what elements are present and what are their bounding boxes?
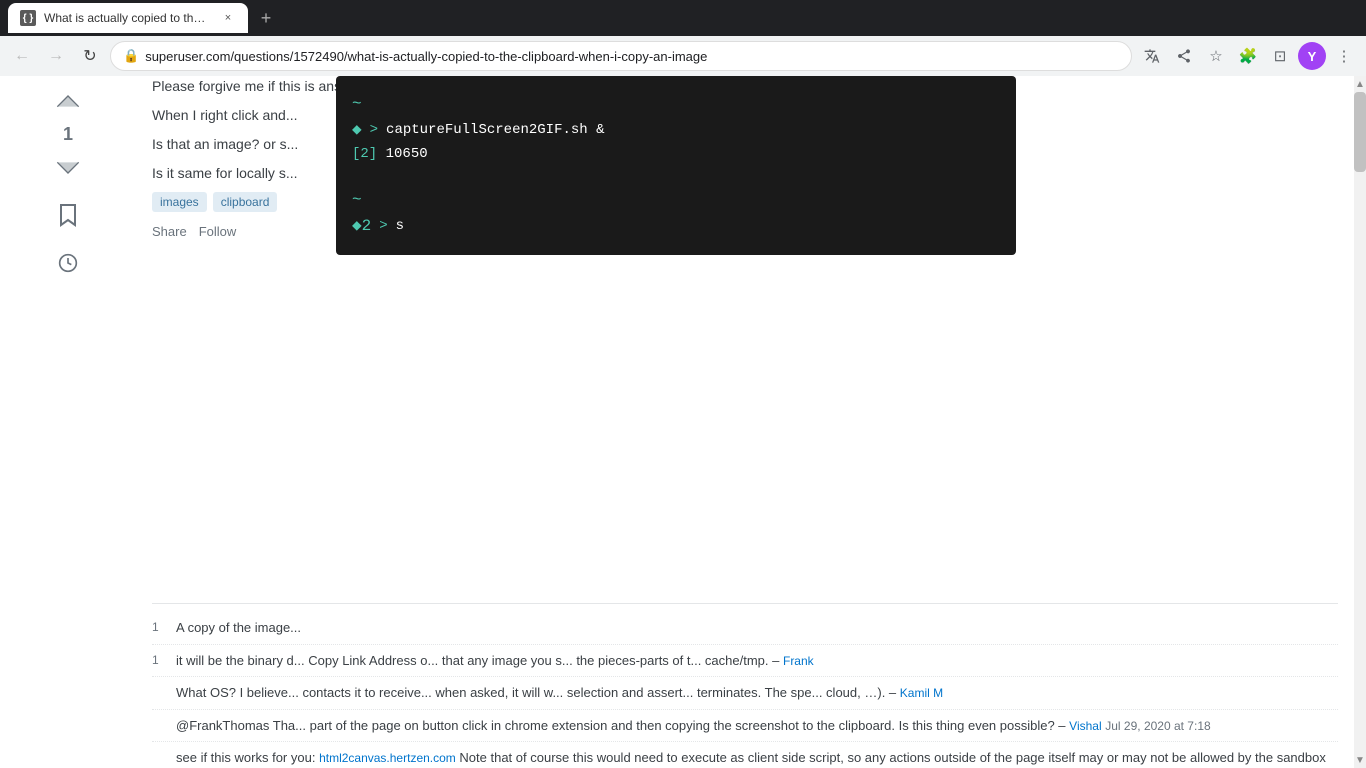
vote-controls: 1 [50, 84, 86, 281]
scroll-thumb[interactable] [1354, 92, 1366, 172]
comment-3-author[interactable]: Kamil M [900, 686, 943, 700]
comment-5-text: see if this works for you: html2canvas.h… [176, 748, 1338, 768]
comment-5: see if this works for you: html2canvas.h… [152, 742, 1338, 768]
profile-button[interactable]: Y [1298, 42, 1326, 70]
right-scrollbar[interactable]: ▲ ▼ [1354, 76, 1366, 768]
comment-4-author[interactable]: Vishal [1069, 719, 1101, 733]
terminal-prompt-2: ◆2 > s [352, 214, 1000, 240]
forward-button[interactable]: → [42, 42, 70, 70]
terminal-tilde-2: ~ [352, 188, 1000, 214]
translate-button[interactable] [1138, 42, 1166, 70]
comment-2: 1 it will be the binary d... Copy Link A… [152, 645, 1338, 678]
terminal-arrow-2: > [379, 215, 387, 237]
bookmark-post-button[interactable] [50, 197, 86, 233]
lock-icon: 🔒 [123, 48, 139, 64]
comment-5-vote[interactable] [152, 748, 168, 768]
new-tab-button[interactable]: + [252, 4, 280, 32]
scroll-arrow-down[interactable]: ▼ [1354, 752, 1366, 768]
vote-down-button[interactable] [50, 149, 86, 185]
terminal-output-1: [2] 10650 [352, 143, 1000, 165]
vote-count: 1 [63, 124, 73, 145]
terminal-tilde-1: ~ [352, 92, 1000, 118]
comment-4-vote[interactable] [152, 716, 168, 736]
scroll-arrow-up[interactable]: ▲ [1354, 76, 1366, 92]
comment-4: @FrankThomas Tha... part of the page on … [152, 710, 1338, 743]
tab-close-button[interactable]: × [220, 10, 236, 26]
menu-button[interactable]: ⋮ [1330, 42, 1358, 70]
extensions-button[interactable]: 🧩 [1234, 42, 1262, 70]
follow-link[interactable]: Follow [199, 224, 237, 239]
comment-1-text: A copy of the image... [176, 618, 1338, 638]
left-sidebar: 1 [0, 76, 136, 768]
share-link[interactable]: Share [152, 224, 187, 239]
comment-3: What OS? I believe... contacts it to rec… [152, 677, 1338, 710]
url-text: superuser.com/questions/1572490/what-is-… [145, 49, 1119, 64]
tab-title: What is actually copied to the c... [44, 11, 212, 25]
terminal-spacer [152, 251, 1338, 591]
terminal-diamond-2: ◆2 [352, 214, 371, 240]
terminal-bracket: [2] [352, 146, 377, 162]
page-content: 1 Please forgive me if this is answ [0, 76, 1366, 768]
tag-images[interactable]: images [152, 192, 207, 212]
reload-button[interactable]: ↻ [76, 42, 104, 70]
post-history-button[interactable] [50, 245, 86, 281]
terminal-content: ~ ◆ > captureFullScreen2GIF.sh & [2] 106… [336, 76, 1016, 255]
browser-titlebar: { } What is actually copied to the c... … [0, 0, 1366, 36]
comment-1-vote[interactable]: 1 [152, 618, 168, 638]
main-content: Please forgive me if this is answered so… [136, 76, 1354, 768]
comment-5-link[interactable]: html2canvas.hertzen.com [319, 751, 456, 765]
share-browser-button[interactable] [1170, 42, 1198, 70]
active-tab[interactable]: { } What is actually copied to the c... … [8, 3, 248, 33]
tab-bar: { } What is actually copied to the c... … [8, 3, 1358, 33]
terminal-overlay: ~ ◆ > captureFullScreen2GIF.sh & [2] 106… [336, 76, 1016, 255]
terminal-arrow-1: > [370, 119, 378, 141]
layout-button[interactable]: ⊡ [1266, 42, 1294, 70]
back-button[interactable]: ← [8, 42, 36, 70]
comment-3-text: What OS? I believe... contacts it to rec… [176, 683, 1338, 703]
browser-nav: ← → ↻ 🔒 superuser.com/questions/1572490/… [0, 36, 1366, 76]
address-bar[interactable]: 🔒 superuser.com/questions/1572490/what-i… [110, 41, 1132, 71]
comment-1: 1 A copy of the image... [152, 612, 1338, 645]
terminal-diamond-1: ◆ [352, 118, 362, 144]
terminal-command-1: captureFullScreen2GIF.sh & [386, 119, 604, 141]
comments-section: 1 A copy of the image... 1 it will be th… [152, 603, 1338, 768]
tab-favicon: { } [20, 10, 36, 26]
comment-3-vote[interactable] [152, 683, 168, 703]
comment-4-timestamp: Jul 29, 2020 at 7:18 [1105, 719, 1210, 733]
comment-2-vote[interactable]: 1 [152, 651, 168, 671]
terminal-pid: 10650 [386, 146, 428, 162]
comment-4-text: @FrankThomas Tha... part of the page on … [176, 716, 1338, 736]
bookmark-button[interactable]: ☆ [1202, 42, 1230, 70]
tag-clipboard[interactable]: clipboard [213, 192, 278, 212]
terminal-prompt-1: ◆ > captureFullScreen2GIF.sh & [352, 118, 1000, 144]
terminal-command-2: s [396, 215, 404, 237]
comment-2-author[interactable]: Frank [783, 654, 814, 668]
comment-2-text: it will be the binary d... Copy Link Add… [176, 651, 1338, 671]
nav-actions: ☆ 🧩 ⊡ Y ⋮ [1138, 42, 1358, 70]
vote-up-button[interactable] [50, 84, 86, 120]
